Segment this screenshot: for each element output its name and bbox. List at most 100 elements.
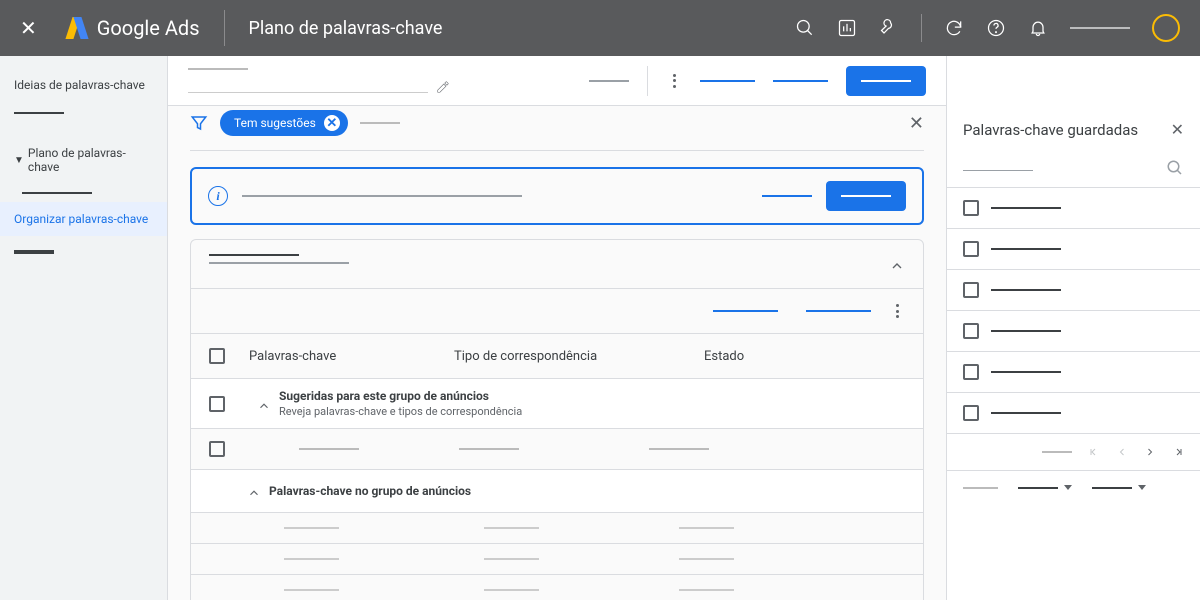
tools-icon[interactable] [879,18,899,38]
next-page-icon[interactable] [1144,446,1156,458]
chip-label: Tem sugestões [234,116,316,130]
more-menu-icon[interactable] [666,73,682,89]
ads-logo-icon [67,17,89,39]
group-subtitle: Reveja palavras-chave e tipos de corresp… [279,405,522,418]
keyword-card: Palavras-chave Tipo de correspondência E… [190,239,924,600]
header-divider-2 [921,14,922,42]
list-item[interactable] [947,352,1200,393]
footer-dropdown-2[interactable] [1092,485,1146,490]
list-item[interactable] [947,188,1200,229]
product-logo[interactable]: Google Ads [67,16,200,40]
cell-placeholder [484,527,539,529]
card-header [191,240,923,289]
card-link-2[interactable] [806,310,871,312]
group-in-adgroup[interactable]: Palavras-chave no grupo de anúncios [191,470,923,513]
plan-name-placeholder [188,68,248,70]
sidebar-item-organize[interactable]: Organizar palavras-chave [0,202,167,236]
help-icon[interactable] [986,18,1006,38]
list-item[interactable] [947,311,1200,352]
list-item[interactable] [947,393,1200,434]
group-suggested[interactable]: Sugeridas para este grupo de anúncios Re… [191,379,923,429]
info-action-button[interactable] [826,181,906,211]
reports-icon[interactable] [837,18,857,38]
footer-dropdown-1[interactable] [1018,485,1072,490]
plan-name-input-underline[interactable] [188,92,428,93]
chevron-up-icon[interactable] [247,486,261,500]
chevron-up-icon[interactable] [257,399,271,413]
close-icon[interactable]: ✕ [20,16,37,40]
item-label-placeholder [991,248,1061,250]
subheader-link-1[interactable] [700,80,755,82]
table-row[interactable] [191,544,923,575]
group-checkbox[interactable] [209,396,225,412]
list-item[interactable] [947,229,1200,270]
search-icon[interactable] [1166,159,1184,177]
header-divider [224,10,225,46]
collapse-icon[interactable] [889,258,905,274]
select-all-checkbox[interactable] [209,348,225,364]
sidebar-placeholder-1 [14,112,64,114]
item-label-placeholder [991,371,1061,373]
table-header-row: Palavras-chave Tipo de correspondência E… [191,334,923,379]
cell-placeholder [679,558,734,560]
item-label-placeholder [991,207,1061,209]
sidebar-item-ideas[interactable]: Ideias de palavras-chave [0,68,167,102]
item-checkbox[interactable] [963,241,979,257]
info-link-placeholder[interactable] [762,195,812,197]
refresh-icon[interactable] [944,18,964,38]
cell-placeholder [299,448,359,450]
column-keywords[interactable]: Palavras-chave [249,349,454,364]
row-checkbox[interactable] [209,441,225,457]
pagination [947,434,1200,471]
filter-chip-has-suggestions[interactable]: Tem sugestões ✕ [220,110,348,136]
table-row[interactable] [191,575,923,600]
item-checkbox[interactable] [963,200,979,216]
item-checkbox[interactable] [963,323,979,339]
cell-placeholder [284,527,339,529]
card-title-placeholder [209,254,299,256]
panel-search-input[interactable] [963,165,1033,171]
subheader-primary-button[interactable] [846,66,926,96]
cell-placeholder [679,527,734,529]
cell-placeholder [284,558,339,560]
info-icon: i [208,186,228,206]
filter-icon[interactable] [190,114,208,132]
info-text-placeholder [242,195,522,197]
page-info-placeholder [1042,451,1072,453]
item-checkbox[interactable] [963,282,979,298]
add-filter-placeholder[interactable] [360,122,400,124]
panel-close-icon[interactable]: ✕ [1171,120,1184,139]
item-checkbox[interactable] [963,364,979,380]
sidebar-placeholder-2 [14,250,54,254]
avatar[interactable] [1152,14,1180,42]
subheader-link-2[interactable] [773,80,828,82]
close-filter-icon[interactable]: ✕ [909,113,924,134]
list-item[interactable] [947,270,1200,311]
table-row[interactable] [191,513,923,544]
card-more-icon[interactable] [889,303,905,319]
chevron-down-icon [1064,485,1072,490]
app-header: ✕ Google Ads Plano de palavras-chave [0,0,1200,56]
saved-keywords-panel: Palavras-chave guardadas ✕ [946,56,1200,600]
edit-icon[interactable] [436,80,450,94]
card-link-1[interactable] [713,310,778,312]
cell-placeholder [459,448,519,450]
column-match-type[interactable]: Tipo de correspondência [454,349,704,364]
sidebar-item-label: Plano de palavras-chave [28,146,153,174]
chip-remove-icon[interactable]: ✕ [324,115,340,131]
table-row[interactable] [191,429,923,470]
subheader-ph-1 [589,80,629,82]
item-checkbox[interactable] [963,405,979,421]
panel-footer [947,471,1200,504]
search-icon[interactable] [795,18,815,38]
first-page-icon[interactable] [1088,446,1100,458]
sidebar-sub-placeholder[interactable] [0,184,167,202]
prev-page-icon[interactable] [1116,446,1128,458]
item-label-placeholder [991,289,1061,291]
notifications-icon[interactable] [1028,18,1048,38]
last-page-icon[interactable] [1172,446,1184,458]
sidebar-item-plan[interactable]: ▼ Plano de palavras-chave [0,136,167,184]
column-state[interactable]: Estado [704,349,905,364]
footer-placeholder [963,487,998,489]
group-title: Sugeridas para este grupo de anúncios [279,389,522,403]
